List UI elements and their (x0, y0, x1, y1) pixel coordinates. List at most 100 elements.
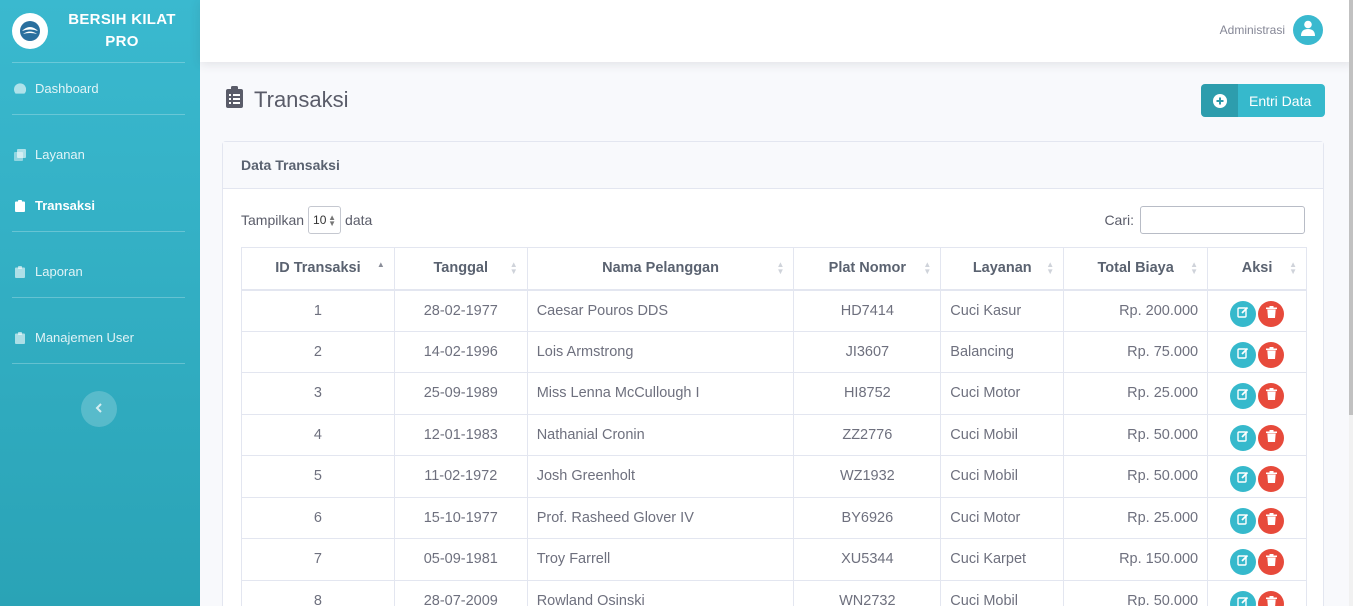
page-title: Transaksi (254, 86, 349, 112)
cell-tanggal: 12-01-1983 (393, 413, 528, 456)
cell-layanan: Cuci Karpet (940, 538, 1065, 581)
entri-data-button[interactable]: Entri Data (1201, 84, 1325, 117)
edit-icon (1237, 388, 1249, 404)
sidebar-item-laporan[interactable]: Laporan (0, 246, 200, 297)
edit-icon (1237, 596, 1249, 606)
edit-button[interactable] (1230, 300, 1257, 327)
trash-icon (1265, 595, 1277, 606)
cell-id: 6 (241, 496, 395, 539)
cell-aksi (1207, 330, 1307, 373)
column-header-id[interactable]: ID Transaksi ▲ (241, 247, 395, 291)
trash-icon (1265, 388, 1277, 404)
edit-button[interactable] (1230, 549, 1257, 576)
delete-button[interactable] (1258, 383, 1285, 410)
column-header-label: Nama Pelanggan (602, 260, 719, 277)
page-length-select[interactable]: 10 ▲ ▼ (308, 206, 342, 234)
page-scrollbar[interactable] (1349, 0, 1353, 606)
column-header-tanggal[interactable]: Tanggal ▲ ▼ (393, 247, 528, 291)
brand[interactable]: BERSIH KILAT PRO (0, 0, 200, 62)
length-suffix: data (345, 212, 373, 228)
column-header-label: Tanggal (433, 260, 489, 277)
delete-button[interactable] (1258, 424, 1285, 451)
sort-icon: ▲ ▼ (509, 260, 518, 276)
cell-id: 2 (241, 330, 395, 373)
edit-icon (1237, 471, 1249, 487)
table-row: 8 28-07-2009 Rowland Osinski WN2732 Cuci Mob… (241, 579, 1307, 606)
topbar: Administrasi (200, 0, 1353, 62)
page-length-control: Tampilkan 10 ▲ ▼ data (241, 206, 372, 234)
trash-icon (1265, 346, 1277, 363)
edit-button[interactable] (1230, 590, 1257, 606)
cell-id: 4 (241, 413, 395, 456)
delete-button[interactable] (1258, 549, 1285, 576)
cell-aksi (1207, 579, 1307, 606)
scrollbar-thumb[interactable] (1349, 0, 1353, 415)
entri-data-label: Entri Data (1249, 92, 1312, 109)
sidebar-item-label: Transaksi (35, 198, 95, 213)
sidebar-item-transaksi[interactable]: Transaksi (0, 180, 200, 231)
sort-icon: ▲ ▼ (923, 260, 932, 276)
sidebar-item-label: Manajemen User (35, 330, 134, 345)
sidebar-divider (12, 363, 185, 364)
cell-layanan: Balancing (940, 330, 1065, 373)
sidebar-item-manajemen-user[interactable]: Manajemen User (0, 312, 200, 363)
cell-nama: Lois Armstrong (526, 330, 795, 373)
card-title: Data Transaksi (223, 142, 1323, 189)
column-header-plat[interactable]: Plat Nomor ▲ ▼ (793, 247, 942, 291)
cell-plat: XU5344 (793, 538, 942, 581)
table-row: 5 11-02-1972 Josh Greenholt WZ1932 Cuci Mobi… (241, 455, 1307, 498)
page-length-value: 10 (313, 213, 327, 227)
edit-icon (1237, 554, 1249, 570)
column-header-label: Layanan (972, 260, 1032, 277)
table-row: 1 28-02-1977 Caesar Pouros DDS HD7414 Cuci K… (241, 289, 1307, 332)
cell-nama: Nathanial Cronin (526, 413, 795, 456)
edit-button[interactable] (1230, 341, 1257, 368)
column-header-nama[interactable]: Nama Pelanggan ▲ ▼ (526, 247, 795, 291)
cell-plat: HD7414 (793, 289, 942, 332)
cell-layanan: Cuci Kasur (940, 289, 1065, 332)
delete-button[interactable] (1258, 341, 1285, 368)
cell-total: Rp. 25.000 (1063, 372, 1209, 415)
cell-plat: HI8752 (793, 372, 942, 415)
delete-button[interactable] (1258, 507, 1285, 534)
clipboard-icon (226, 86, 243, 113)
column-header-layanan[interactable]: Layanan ▲ ▼ (940, 247, 1065, 291)
cell-nama: Caesar Pouros DDS (526, 289, 795, 332)
edit-icon (1237, 430, 1249, 446)
cell-tanggal: 14-02-1996 (393, 330, 528, 373)
user-icon (1301, 20, 1315, 41)
sidebar-item-dashboard[interactable]: Dashboard (0, 63, 200, 114)
search-input[interactable] (1140, 206, 1305, 234)
edit-button[interactable] (1230, 466, 1257, 493)
user-name: Administrasi (1219, 23, 1285, 37)
cell-aksi (1207, 538, 1307, 581)
trash-icon (1265, 305, 1277, 322)
edit-button[interactable] (1230, 383, 1257, 410)
sort-icon: ▲ (376, 260, 385, 269)
transaksi-table: ID Transaksi ▲ Tanggal ▲ ▼ Nama Pelanggan ▲ ▼… (241, 247, 1307, 606)
sidebar-item-label: Layanan (35, 147, 85, 162)
delete-button[interactable] (1258, 590, 1285, 606)
user-menu[interactable]: Administrasi (1220, 15, 1323, 45)
edit-button[interactable] (1230, 424, 1257, 451)
column-header-aksi[interactable]: Aksi ▲ ▼ (1207, 247, 1307, 291)
delete-button[interactable] (1258, 300, 1285, 327)
cell-total: Rp. 200.000 (1063, 289, 1209, 332)
sidebar-toggle-button[interactable] (81, 391, 117, 427)
cell-id: 8 (241, 579, 395, 606)
table-row: 2 14-02-1996 Lois Armstrong JI3607 Balancing… (241, 330, 1307, 373)
cell-tanggal: 28-02-1977 (393, 289, 528, 332)
cell-tanggal: 11-02-1972 (393, 455, 528, 498)
cell-total: Rp. 50.000 (1063, 455, 1209, 498)
sidebar-item-layanan[interactable]: Layanan (0, 129, 200, 180)
edit-button[interactable] (1230, 507, 1257, 534)
cell-id: 1 (241, 289, 395, 332)
column-header-total[interactable]: Total Biaya ▲ ▼ (1063, 247, 1209, 291)
edit-icon (1237, 347, 1249, 363)
plus-circle-icon (1201, 84, 1238, 117)
delete-button[interactable] (1258, 466, 1285, 493)
avatar[interactable] (1293, 15, 1323, 45)
trash-icon (1265, 429, 1277, 446)
sort-icon: ▲ ▼ (776, 260, 785, 276)
cell-plat: JI3607 (793, 330, 942, 373)
